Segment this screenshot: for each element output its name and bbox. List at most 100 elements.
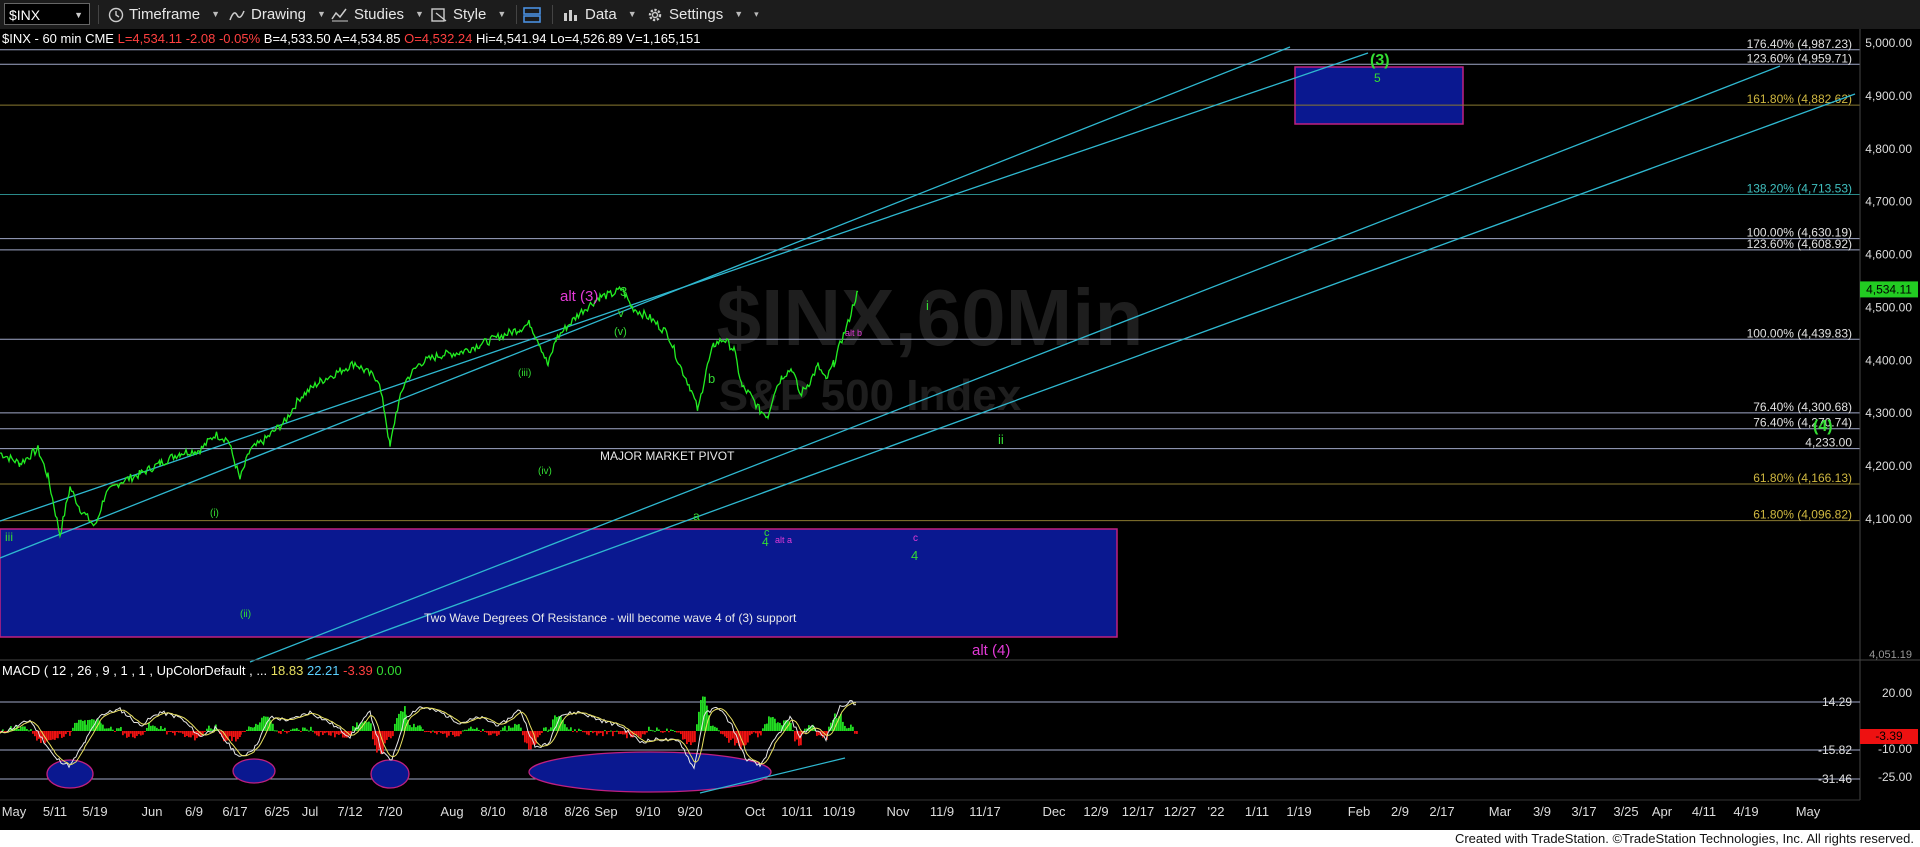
macd-histogram-bar [26, 728, 28, 731]
macd-histogram-bar [600, 731, 602, 733]
x-tick-label: '22 [1208, 804, 1225, 819]
macd-histogram-bar [182, 731, 184, 734]
toolbar: $INX ▼ Timeframe ▼ Drawing ▼ Studies ▼ S… [0, 0, 1920, 30]
timeframe-button[interactable]: Timeframe ▼ [108, 4, 220, 25]
macd-histogram-bar [2, 729, 4, 731]
macd-histogram-bar [246, 729, 248, 731]
wave-label: 4 [911, 548, 918, 563]
macd-histogram-bar [304, 727, 306, 731]
macd-histogram-bar [541, 731, 543, 733]
macd-histogram-bar [751, 731, 753, 734]
macd-histogram-bar [682, 731, 684, 740]
macd-histogram-bar [158, 729, 160, 731]
macd-histogram-bar [126, 731, 128, 738]
macd-histogram-bar [172, 731, 174, 734]
macd-histogram-bar [152, 725, 154, 731]
macd-histogram-bar [846, 728, 848, 731]
macd-histogram-bar [308, 730, 310, 732]
fib-level-label: 176.40% (4,987.23) [1747, 37, 1852, 51]
macd-histogram-bar [458, 731, 460, 737]
x-tick-label: 12/17 [1122, 804, 1155, 819]
layout-button[interactable] [522, 4, 542, 25]
macd-histogram-bar [530, 731, 532, 750]
macd-histogram-bar [448, 731, 450, 736]
macd-histogram-bar [294, 728, 296, 731]
x-tick-label: Oct [745, 804, 766, 819]
y-tick-label: 4,500.00 [1865, 300, 1912, 314]
fib-level-label: 123.60% (4,608.92) [1747, 237, 1852, 251]
macd-histogram-bar [168, 731, 170, 732]
macd-tick-label: -25.00 [1878, 770, 1912, 784]
macd-histogram-bar [208, 725, 210, 731]
x-tick-label: 3/9 [1533, 804, 1551, 819]
x-tick-label: 3/17 [1571, 804, 1596, 819]
macd-histogram-bar [440, 731, 442, 734]
macd-histogram-bar [80, 719, 82, 731]
macd-histogram-bar [616, 730, 618, 732]
settings-button[interactable]: Settings ▼ ▾ [646, 4, 759, 25]
macd-histogram-bar [170, 731, 172, 732]
macd-histogram-bar [722, 731, 724, 735]
macd-histogram-bar [508, 725, 510, 731]
macd-histogram-bar [852, 726, 854, 731]
time-axis[interactable]: May 5/11 5/19 Jun 6/9 6/17 6/25 Jul 7/12 7/20 Aug 8… [2, 804, 1821, 819]
macd-histogram-bar [520, 727, 522, 731]
y-tick-label: 4,900.00 [1865, 89, 1912, 103]
x-tick-label: Dec [1042, 804, 1066, 819]
macd-histogram-bar [85, 724, 87, 731]
macd-histogram-bar [688, 731, 690, 742]
macd-histogram-bar [298, 729, 300, 731]
macd-histogram-bar [394, 723, 396, 731]
x-tick-label: 6/9 [185, 804, 203, 819]
macd-histogram-bar [712, 725, 714, 731]
y-tick-label: 4,400.00 [1865, 353, 1912, 367]
macd-zero-value: 0.00 [376, 663, 402, 678]
macd-histogram [0, 696, 858, 754]
macd-histogram-bar [602, 731, 604, 737]
macd-histogram-bar [598, 731, 600, 734]
macd-histogram-bar [592, 731, 594, 734]
macd-histogram-bar [120, 726, 122, 731]
macd-histogram-bar [87, 719, 89, 731]
price-chart[interactable]: $INX,60Min S&P 500 Index 176.40% (4,987.… [0, 29, 1920, 830]
macd-histogram-bar [388, 731, 390, 737]
drawing-icon [229, 10, 245, 20]
pivot-title: MAJOR MARKET PIVOT [600, 449, 735, 463]
macd-histogram-bar [248, 726, 250, 731]
macd-histogram-bar [150, 725, 152, 731]
macd-histogram-bar [132, 731, 134, 738]
price-axis[interactable]: 5,000.00 4,900.00 4,800.00 4,700.00 4,600.00… [1859, 29, 1918, 800]
macd-histogram-bar [428, 731, 430, 732]
y-tick-label: 4,200.00 [1865, 459, 1912, 473]
macd-histogram-bar [694, 731, 696, 743]
macd-histogram-bar [244, 731, 246, 732]
chart-area[interactable]: $INX,60Min S&P 500 Index 176.40% (4,987.… [0, 29, 1920, 830]
macd-histogram-bar [550, 727, 552, 731]
macd-histogram-bar [102, 724, 104, 731]
current-price-label: 4,534.11 [1866, 282, 1912, 296]
studies-button[interactable]: Studies ▼ [331, 4, 424, 25]
macd-value: 18.83 [270, 663, 304, 678]
drawing-button[interactable]: Drawing ▼ [228, 4, 326, 25]
macd-histogram-bar [398, 713, 400, 731]
x-tick-label: Jun [142, 804, 163, 819]
wave-label: 3 [620, 284, 627, 299]
macd-histogram-bar [330, 731, 332, 736]
wave-label: v [618, 306, 624, 320]
style-button[interactable]: Style ▼ [430, 4, 506, 25]
x-tick-label: May [2, 804, 27, 819]
layout-icon [523, 6, 541, 23]
macd-histogram-bar [184, 731, 186, 738]
macd-histogram-bar [57, 731, 59, 739]
macd-histogram-bar [278, 731, 280, 734]
macd-levels: 14.29 -15.82 -31.46 [0, 695, 1860, 786]
fib-level-label: 161.80% (4,882.62) [1747, 92, 1852, 106]
symbol-input[interactable]: $INX ▼ [4, 3, 90, 25]
macd-histogram-bar [494, 731, 496, 734]
y-tick-label: 5,000.00 [1865, 36, 1912, 50]
macd-highlight-ellipse [528, 751, 772, 793]
data-button[interactable]: Data ▼ [562, 4, 637, 25]
macd-histogram-bar [164, 727, 166, 731]
macd-histogram-bar [482, 729, 484, 731]
macd-histogram-bar [656, 727, 658, 731]
